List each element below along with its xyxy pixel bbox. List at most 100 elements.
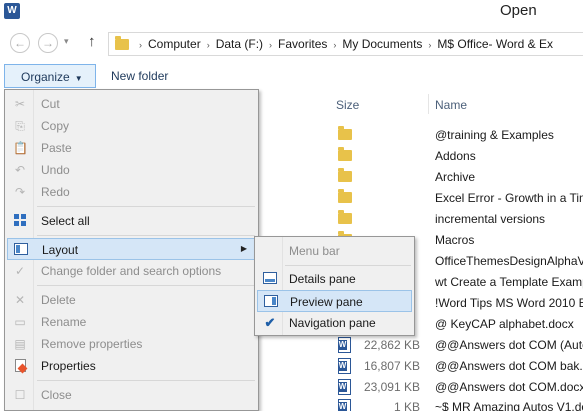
word-app-icon: W	[4, 3, 20, 19]
menu-item-label: Navigation pane	[289, 316, 376, 330]
file-row[interactable]: Excel Error - Growth in a Tim	[260, 188, 583, 209]
file-row[interactable]: 1 KB ~$ MR Amazing Autos V1.do	[260, 397, 583, 411]
layout-icon	[14, 243, 28, 257]
properties-icon	[13, 359, 27, 373]
folder-icon	[338, 147, 352, 161]
menu-item-copy[interactable]: ⎘ Copy	[7, 115, 256, 137]
menu-item-label: Select all	[41, 214, 90, 228]
menu-item-label: Menu bar	[289, 244, 340, 258]
close-icon: ☐	[14, 388, 26, 402]
chevron-right-icon[interactable]: ›	[269, 40, 272, 50]
chevron-right-icon[interactable]: ›	[428, 40, 431, 50]
column-header-name[interactable]: Name	[435, 98, 467, 112]
new-folder-button[interactable]: New folder	[111, 69, 168, 83]
organize-label: Organize	[21, 70, 70, 84]
address-bar[interactable]: › Computer › Data (F:) › Favorites › My Documen…	[108, 32, 583, 56]
column-divider[interactable]	[428, 94, 429, 114]
submenu-item-menu-bar[interactable]: Menu bar	[257, 240, 412, 262]
file-name: Archive	[435, 170, 476, 184]
layout-submenu: Menu bar Details pane Preview pane ✔ Nav…	[254, 236, 415, 336]
clipboard-icon: 📋	[13, 141, 28, 155]
file-name: @@Answers dot COM bak.c	[435, 359, 583, 373]
file-row[interactable]: Archive	[260, 167, 583, 188]
file-name: Macros	[435, 233, 475, 247]
file-name: !Word Tips MS Word 2010 Be	[435, 296, 583, 310]
file-row[interactable]: @training & Examples	[260, 125, 583, 146]
column-header-size[interactable]: Size	[336, 98, 359, 112]
menu-item-remove-properties[interactable]: ▤ Remove properties	[7, 333, 256, 355]
menu-item-select-all[interactable]: Select all	[7, 210, 256, 232]
file-size: 23,091 KB	[363, 380, 420, 394]
word-document-icon	[338, 399, 351, 411]
file-name: wt Create a Template Examp	[435, 275, 583, 289]
forward-arrow-icon[interactable]: →	[38, 33, 58, 53]
chevron-right-icon[interactable]: ›	[139, 40, 142, 50]
undo-icon: ↶	[14, 163, 26, 177]
menu-separator	[37, 206, 255, 207]
chevron-right-icon[interactable]: ›	[207, 40, 210, 50]
submenu-item-details-pane[interactable]: Details pane	[257, 268, 412, 290]
menu-item-cut[interactable]: ✂ Cut	[7, 93, 256, 115]
menu-item-label: Delete	[41, 293, 76, 307]
menu-item-layout[interactable]: Layout ▶	[7, 238, 256, 260]
submenu-item-navigation-pane[interactable]: ✔ Navigation pane	[257, 312, 412, 334]
menu-item-paste[interactable]: 📋 Paste	[7, 137, 256, 159]
up-arrow-icon[interactable]: ↑	[88, 33, 96, 50]
recent-locations-chevron-icon[interactable]: ▾	[64, 36, 69, 47]
file-row[interactable]: 23,091 KB @@Answers dot COM.docx	[260, 377, 583, 398]
menu-separator	[37, 235, 255, 236]
window-title: Open	[500, 2, 537, 19]
command-bar: Organize ▼ New folder	[0, 63, 583, 91]
menu-item-folder-options[interactable]: ✓ Change folder and search options	[7, 260, 256, 282]
menu-separator	[37, 380, 255, 381]
menu-item-redo[interactable]: ↷ Redo	[7, 181, 256, 203]
menu-item-close[interactable]: ☐ Close	[7, 384, 256, 406]
file-name: @@Answers dot COM.docx	[435, 380, 583, 394]
chevron-right-icon[interactable]: ›	[333, 40, 336, 50]
menu-item-label: Change folder and search options	[41, 264, 222, 278]
breadcrumb-computer[interactable]: Computer	[148, 37, 201, 51]
breadcrumb-favorites[interactable]: Favorites	[278, 37, 327, 51]
copy-icon: ⎘	[15, 119, 25, 133]
menu-item-properties[interactable]: Properties	[7, 355, 256, 377]
menu-item-label: Details pane	[289, 272, 356, 286]
file-name: OfficeThemesDesignAlphaV	[435, 254, 583, 268]
organize-menu: ✂ Cut ⎘ Copy 📋 Paste ↶ Undo ↷ Redo Selec…	[4, 89, 259, 411]
folder-icon	[338, 189, 352, 203]
back-arrow-icon[interactable]: ←	[10, 33, 30, 53]
menu-item-label: Cut	[41, 97, 60, 111]
file-row[interactable]: 22,862 KB @@Answers dot COM (Auto	[260, 335, 583, 356]
file-name: incremental versions	[435, 212, 546, 226]
menu-item-label: Remove properties	[41, 337, 143, 351]
word-document-icon	[338, 358, 351, 374]
file-name: Excel Error - Growth in a Tim	[435, 191, 583, 205]
menu-item-rename[interactable]: ▭ Rename	[7, 311, 256, 333]
menu-separator	[285, 265, 411, 266]
redo-icon: ↷	[14, 185, 26, 199]
file-name: Addons	[435, 149, 476, 163]
file-row[interactable]: incremental versions	[260, 209, 583, 230]
file-row[interactable]: 16,807 KB @@Answers dot COM bak.c	[260, 356, 583, 377]
menu-item-label: Close	[41, 388, 72, 402]
breadcrumb: › Computer › Data (F:) › Favorites › My Documen…	[133, 37, 553, 51]
submenu-item-preview-pane[interactable]: Preview pane	[257, 290, 412, 312]
menu-item-undo[interactable]: ↶ Undo	[7, 159, 256, 181]
organize-button[interactable]: Organize ▼	[4, 64, 96, 88]
file-name: @ KeyCAP alphabet.docx	[435, 317, 574, 331]
file-name: @@Answers dot COM (Auto	[435, 338, 583, 352]
word-document-icon	[338, 379, 351, 395]
chevron-down-icon: ▼	[74, 74, 83, 83]
breadcrumb-data-drive[interactable]: Data (F:)	[216, 37, 263, 51]
delete-icon: ✕	[14, 293, 26, 307]
breadcrumb-ms-office[interactable]: M$ Office- Word & Ex	[437, 37, 553, 51]
rename-icon: ▭	[14, 315, 26, 329]
menu-item-label: Undo	[41, 163, 70, 177]
word-document-icon	[338, 337, 351, 353]
file-size: 1 KB	[393, 400, 420, 411]
preview-pane-icon	[263, 295, 279, 309]
checkmark-icon: ✔	[264, 315, 276, 330]
breadcrumb-my-documents[interactable]: My Documents	[342, 37, 422, 51]
menu-item-delete[interactable]: ✕ Delete	[7, 289, 256, 311]
menu-item-label: Properties	[41, 359, 96, 373]
file-row[interactable]: Addons	[260, 146, 583, 167]
